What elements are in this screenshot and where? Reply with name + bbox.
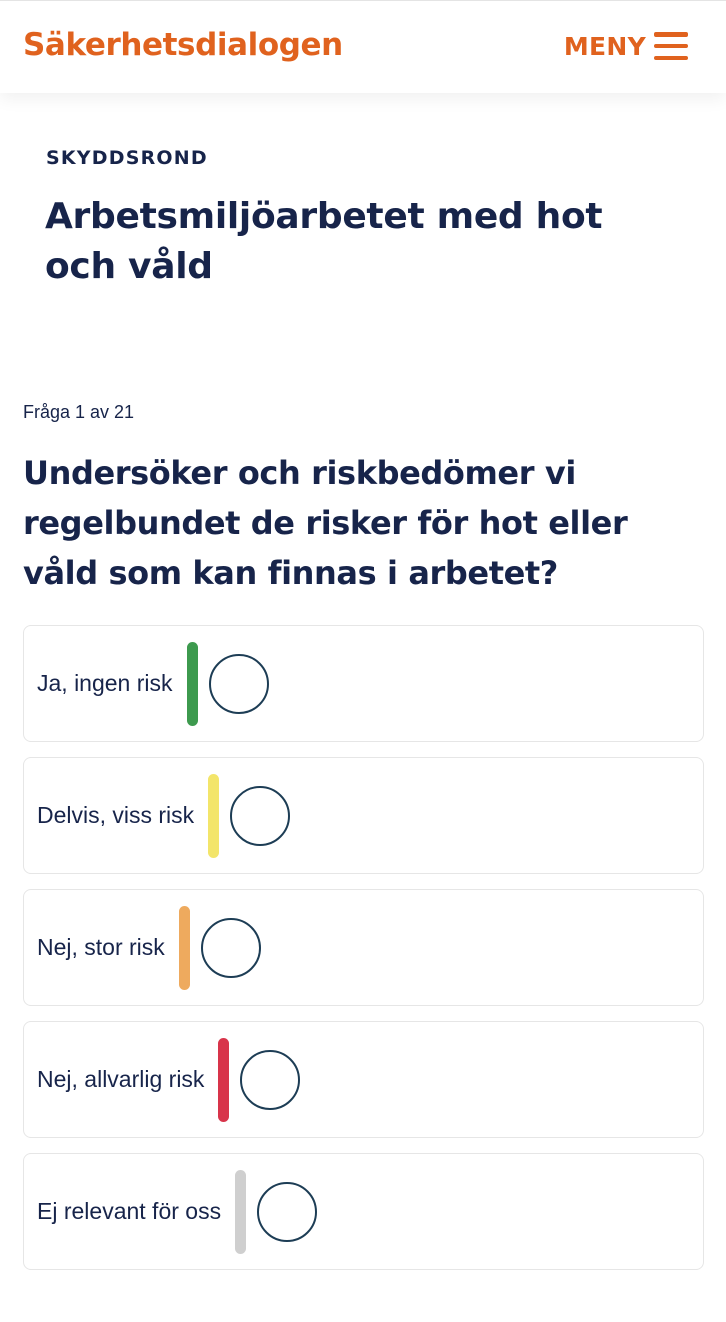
risk-indicator-bar (186, 641, 198, 726)
risk-indicator-bar (208, 773, 220, 858)
section-eyebrow: SKYDDSROND (46, 147, 208, 169)
radio-button[interactable] (208, 653, 269, 714)
radio-button[interactable] (257, 1181, 318, 1242)
answer-option-nej-stor-risk[interactable]: Nej, stor risk (23, 889, 704, 1006)
risk-indicator-bar (218, 1037, 230, 1122)
menu-button[interactable]: MENY (564, 29, 688, 63)
question-counter: Fråga 1 av 21 (23, 402, 135, 422)
option-label: Nej, allvarlig risk (37, 1066, 205, 1092)
radio-button[interactable] (240, 1049, 301, 1110)
hamburger-icon (654, 32, 688, 60)
option-label: Ja, ingen risk (37, 670, 173, 696)
site-header: Säkerhetsdialogen MENY (0, 0, 726, 93)
question-text: Undersöker och riskbedömer vi regelbunde… (23, 454, 628, 592)
option-label: Delvis, viss risk (37, 802, 195, 828)
answer-options: Ja, ingen risk Delvis, viss risk Nej, st… (23, 625, 704, 1285)
answer-option-delvis-viss-risk[interactable]: Delvis, viss risk (23, 757, 704, 874)
option-label: Nej, stor risk (37, 934, 165, 960)
answer-option-nej-allvarlig-risk[interactable]: Nej, allvarlig risk (23, 1021, 704, 1138)
menu-label: MENY (563, 31, 646, 61)
risk-indicator-bar (235, 1169, 247, 1254)
radio-button[interactable] (230, 785, 291, 846)
answer-option-ja-ingen-risk[interactable]: Ja, ingen risk (23, 625, 704, 742)
risk-indicator-bar (178, 905, 190, 990)
answer-option-ej-relevant[interactable]: Ej relevant för oss (23, 1153, 704, 1270)
page-title: Arbetsmiljöarbetet med hot och våld (45, 196, 603, 287)
option-label: Ej relevant för oss (37, 1198, 222, 1224)
radio-button[interactable] (200, 917, 261, 978)
site-logo[interactable]: Säkerhetsdialogen (23, 27, 343, 63)
